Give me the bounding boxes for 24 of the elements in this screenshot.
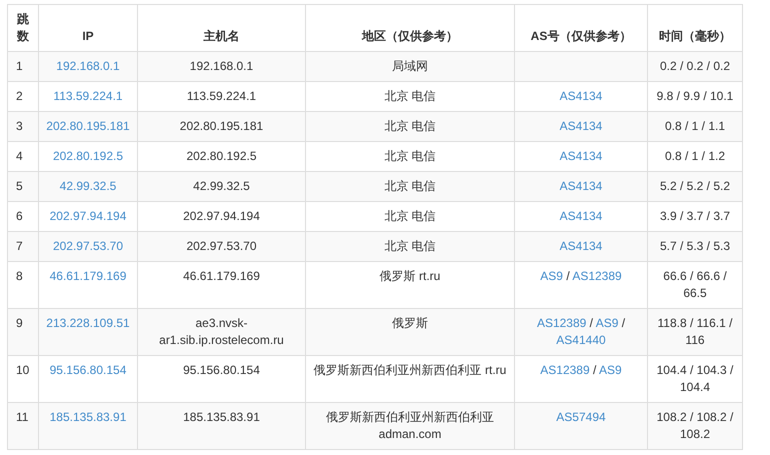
separator-text: / (566, 269, 570, 283)
as-link[interactable]: AS4134 (560, 149, 602, 163)
as-link[interactable]: AS4134 (560, 119, 602, 133)
as-link[interactable]: AS4134 (560, 179, 602, 193)
as-link[interactable]: AS12389 (540, 363, 590, 377)
as-link[interactable]: AS41440 (556, 333, 606, 347)
separator-text: / (590, 316, 594, 330)
table-cell: 俄罗斯新西伯利亚州新西伯利亚 adman.com (306, 402, 514, 450)
column-header: 跳数 (8, 4, 38, 52)
as-link[interactable]: AS57494 (556, 410, 606, 424)
table-cell: 108.2 / 108.2 / 108.2 (648, 402, 742, 450)
as-link[interactable]: AS9 (540, 269, 563, 283)
column-header: 地区（仅供参考） (306, 4, 514, 52)
as-link[interactable]: AS4134 (560, 89, 602, 103)
as-link[interactable]: AS9 (596, 316, 618, 330)
separator-text: / (622, 316, 626, 330)
as-link[interactable]: AS12389 (536, 316, 586, 330)
as-link[interactable]: AS9 (599, 363, 622, 377)
as-link[interactable]: AS4134 (560, 239, 602, 253)
as-link[interactable]: AS12389 (572, 269, 622, 283)
table-cell: 11 (8, 402, 38, 450)
table-cell: 185.135.83.91 (138, 402, 306, 450)
as-link[interactable]: AS4134 (560, 209, 602, 223)
separator-text: / (593, 363, 596, 377)
